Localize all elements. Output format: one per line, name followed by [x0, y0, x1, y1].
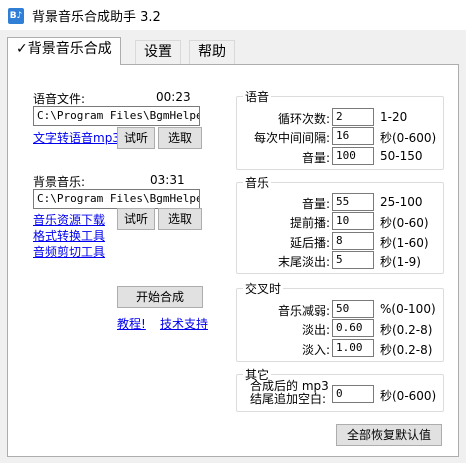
format-convert-link[interactable]: 格式转换工具 — [33, 227, 105, 244]
bgm-preview-button[interactable]: 试听 — [117, 208, 155, 230]
window-title: 背景音乐合成助手 3.2 — [32, 10, 161, 25]
music-delay-input[interactable]: 8 — [332, 232, 374, 250]
music-lead-label: 提前播: — [289, 216, 330, 230]
music-fadeout-range: 秒(1-9) — [380, 255, 421, 269]
voice-volume-input[interactable]: 100 — [332, 147, 374, 165]
crossfade-group-title: 交叉时 — [245, 282, 282, 296]
crossfade-fadeout-range: 秒(0.2-8) — [380, 323, 433, 337]
music-volume-label: 音量: — [301, 197, 330, 211]
bgm-path-field[interactable]: C:\Program Files\BgmHelper\ — [33, 189, 200, 209]
music-lead-input[interactable]: 10 — [332, 212, 374, 230]
music-volume-range: 25-100 — [380, 195, 423, 209]
text-to-speech-link[interactable]: 文字转语音mp3 — [33, 129, 120, 146]
voice-file-duration: 00:23 — [156, 90, 191, 104]
append-blank-label-line1: 合成后的 mp3 — [250, 379, 329, 393]
crossfade-reduce-range: %(0-100) — [380, 302, 436, 316]
start-compose-button[interactable]: 开始合成 — [117, 286, 203, 308]
music-fadeout-label: 末尾淡出: — [277, 255, 330, 269]
voice-group-title: 语音 — [245, 90, 270, 104]
bgm-select-button[interactable]: 选取 — [158, 208, 202, 230]
music-delay-range: 秒(1-60) — [380, 236, 429, 250]
bgm-label: 背景音乐: — [33, 175, 86, 189]
tech-support-link[interactable]: 技术支持 — [160, 315, 208, 332]
voice-volume-label: 音量: — [301, 151, 330, 165]
reset-defaults-button[interactable]: 全部恢复默认值 — [336, 424, 442, 446]
crossfade-fadein-label: 淡入: — [301, 343, 330, 357]
crossfade-fadeout-label: 淡出: — [301, 323, 330, 337]
voice-file-path-field[interactable]: C:\Program Files\BgmHelper\ — [33, 106, 200, 126]
voice-select-button[interactable]: 选取 — [158, 127, 202, 149]
audio-cut-link[interactable]: 音频剪切工具 — [33, 243, 105, 260]
tab-settings[interactable]: 设置 — [135, 40, 181, 64]
crossfade-fadein-input[interactable]: 1.00 — [332, 339, 374, 357]
crossfade-reduce-label: 音乐减弱: — [277, 304, 330, 318]
bgm-duration: 03:31 — [150, 173, 185, 187]
voice-interval-label: 每次中间间隔: — [253, 131, 330, 145]
tab-bgm-compose[interactable]: ✓背景音乐合成 — [7, 37, 121, 65]
append-blank-range: 秒(0-600) — [380, 389, 437, 403]
music-volume-input[interactable]: 55 — [332, 193, 374, 211]
append-blank-input[interactable]: 0 — [332, 385, 374, 403]
voice-interval-range: 秒(0-600) — [380, 131, 437, 145]
music-group-title: 音乐 — [245, 176, 270, 190]
voice-loop-label: 循环次数: — [277, 112, 330, 126]
voice-file-label: 语音文件: — [33, 92, 86, 106]
music-fadeout-input[interactable]: 5 — [332, 251, 374, 269]
crossfade-reduce-input[interactable]: 50 — [332, 300, 374, 318]
voice-loop-input[interactable]: 2 — [332, 108, 374, 126]
append-blank-label-line2: 结尾追加空白: — [250, 392, 327, 406]
app-icon: B♪ — [8, 8, 24, 24]
crossfade-fadeout-input[interactable]: 0.60 — [332, 319, 374, 337]
tutorial-link[interactable]: 教程! — [117, 315, 146, 332]
voice-volume-range: 50-150 — [380, 149, 423, 163]
voice-interval-input[interactable]: 16 — [332, 127, 374, 145]
crossfade-fadein-range: 秒(0.2-8) — [380, 343, 433, 357]
music-delay-label: 延后播: — [289, 236, 330, 250]
tab-help[interactable]: 帮助 — [189, 40, 235, 64]
voice-loop-range: 1-20 — [380, 110, 408, 124]
music-download-link[interactable]: 音乐资源下载 — [33, 211, 105, 228]
voice-preview-button[interactable]: 试听 — [117, 127, 155, 149]
music-lead-range: 秒(0-60) — [380, 216, 429, 230]
title-bar: B♪ 背景音乐合成助手 3.2 — [0, 0, 466, 30]
